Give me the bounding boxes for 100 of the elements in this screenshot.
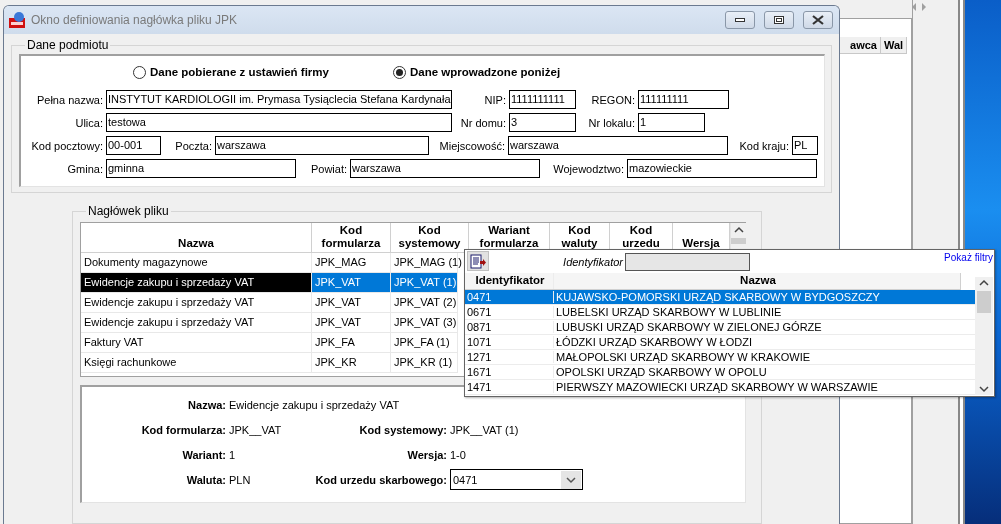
- text-field[interactable]: gminna: [106, 159, 296, 178]
- detail-value: 1-0: [450, 448, 467, 461]
- table-cell: JPK_FA (1): [391, 333, 458, 352]
- table-cell: JPK_VAT: [312, 293, 391, 312]
- table-cell-text: ŁÓDZKI URZĄD SKARBOWY W ŁODZI: [555, 336, 753, 348]
- text-field[interactable]: 1: [638, 113, 705, 132]
- table-cell-text: OPOLSKI URZĄD SKARBOWY W OPOLU: [555, 366, 768, 378]
- table-row[interactable]: Ewidencje zakupu i sprzedaży VAT JPK_VAT JPK_VAT (3): [81, 313, 458, 333]
- detail-label: Waluta:: [185, 473, 227, 486]
- table-cell: 0471: [465, 291, 554, 303]
- table-cell: JPK_VAT (1): [391, 273, 458, 292]
- detail-label: Kod urzedu skarbowego:: [314, 473, 448, 486]
- table-cell: JPK_VAT (2): [391, 293, 458, 312]
- table-row[interactable]: Faktury VAT JPK_FA JPK_FA (1): [81, 333, 458, 353]
- table-row[interactable]: Księgi rachunkowe JPK_KR JPK_KR (1): [81, 353, 458, 373]
- text-field[interactable]: warszawa: [215, 136, 429, 155]
- field-label: Nr lokalu:: [587, 116, 636, 129]
- minimize-icon: [735, 18, 745, 22]
- column-header[interactable]: Kod formularza: [312, 223, 391, 253]
- radio-option[interactable]: Dane wprowadzone poniżej: [392, 65, 561, 79]
- column-header[interactable]: Nazwa: [554, 273, 961, 289]
- column-header[interactable]: awca: [839, 37, 881, 54]
- minimize-button[interactable]: [725, 11, 755, 29]
- text-field[interactable]: INSTYTUT KARDIOLOGII im. Prymasa Tysiąclecia Stefana Kardynała: [106, 90, 452, 109]
- show-filters-link[interactable]: Pokaż filtry: [944, 252, 993, 264]
- detail-value: PLN: [229, 473, 252, 486]
- table-cell: JPK_VAT (3): [391, 313, 458, 332]
- list-row[interactable]: 1471 PIERWSZY MAZOWIECKI URZĄD SKARBOWY W WARSZAWIE: [465, 380, 975, 395]
- list-row[interactable]: 1271 MAŁOPOLSKI URZĄD SKARBOWY W KRAKOWIE: [465, 350, 975, 365]
- radio-button[interactable]: [133, 65, 146, 79]
- table-cell: 1071: [465, 336, 554, 348]
- text-field[interactable]: warszawa: [350, 159, 540, 178]
- filter-label: Identyfikator: [562, 256, 624, 268]
- caret-icon: [561, 470, 581, 489]
- scroll-down-icon[interactable]: [979, 383, 989, 395]
- table-cell: 0871: [465, 321, 554, 333]
- text-field[interactable]: PL: [792, 136, 818, 155]
- maximize-icon: [774, 16, 784, 24]
- text-field[interactable]: mazowieckie: [627, 159, 817, 178]
- table-cell: JPK_KR: [312, 353, 391, 372]
- field-label: REGON:: [590, 93, 636, 106]
- detail-label: Nazwa:: [187, 398, 227, 411]
- radio-button[interactable]: [392, 65, 406, 79]
- group-title: Nagłówek pliku: [87, 204, 170, 218]
- table-cell: 0671: [465, 306, 554, 318]
- close-icon: [812, 15, 824, 25]
- window-title: Okno definiowania nagłówka pliku JPK: [31, 13, 239, 27]
- column-header[interactable]: Nazwa: [81, 223, 312, 253]
- list-row[interactable]: 0671 LUBELSKI URZĄD SKARBOWY W LUBLINIE: [465, 305, 975, 320]
- column-header[interactable]: Wal: [881, 37, 908, 54]
- close-button[interactable]: [803, 11, 833, 29]
- field-label: Kod kraju:: [738, 139, 790, 152]
- detail-label: Kod systemowy:: [358, 423, 448, 436]
- table-cell: Ewidencje zakupu i sprzedaży VAT: [81, 273, 312, 292]
- text-field[interactable]: testowa: [106, 113, 452, 132]
- export-list-button[interactable]: [467, 251, 489, 271]
- table-cell: JPK_FA: [312, 333, 391, 352]
- field-label: Pełna nazwa:: [35, 93, 104, 106]
- list-row[interactable]: 0471 KUJAWSKO-POMORSKI URZĄD SKARBOWY W BYDGOSZCZY: [465, 290, 975, 305]
- table-cell: JPK_VAT: [312, 313, 391, 332]
- table-cell: 1271: [465, 351, 554, 363]
- column-header[interactable]: Identyfikator: [465, 273, 554, 289]
- list-row[interactable]: 1671 OPOLSKI URZĄD SKARBOWY W OPOLU: [465, 365, 975, 380]
- table-cell: 1671: [465, 366, 554, 378]
- detail-value: Ewidencje zakupu i sprzedaży VAT: [229, 398, 401, 411]
- office-code-dropdown[interactable]: 0471: [450, 469, 583, 490]
- app-logo-icon: [9, 12, 25, 28]
- table-cell-text: KUJAWSKO-POMORSKI URZĄD SKARBOWY W BYDGOSZCZY: [555, 291, 881, 303]
- field-label: Kod pocztowy:: [30, 139, 104, 152]
- table-row[interactable]: Ewidencje zakupu i sprzedaży VAT JPK_VAT JPK_VAT (2): [81, 293, 458, 313]
- radio-option[interactable]: Dane pobierane z ustawień firmy: [133, 65, 329, 79]
- scrollbar-thumb[interactable]: [977, 291, 991, 313]
- scrollbar-thumb[interactable]: [731, 238, 746, 244]
- list-row[interactable]: 0871 LUBUSKI URZĄD SKARBOWY W ZIELONEJ GÓRZE: [465, 320, 975, 335]
- table-cell: Faktury VAT: [81, 333, 312, 352]
- table-cell-text: MAŁOPOLSKI URZĄD SKARBOWY W KRAKOWIE: [555, 351, 812, 363]
- table-row[interactable]: Ewidencje zakupu i sprzedaży VAT JPK_VAT JPK_VAT (1): [81, 273, 458, 293]
- field-label: NIP:: [483, 93, 507, 106]
- field-label: Powiat:: [309, 162, 348, 175]
- group-title: Dane podmiotu: [26, 38, 110, 52]
- text-field[interactable]: 3: [509, 113, 576, 132]
- field-label: Miejscowość:: [438, 139, 506, 152]
- table-cell: Dokumenty magazynowe: [81, 253, 312, 272]
- detail-value: JPK__VAT (1): [450, 423, 520, 436]
- detail-label: Wersja:: [406, 448, 448, 461]
- field-label: Wojewodztwo:: [552, 162, 625, 175]
- filter-field[interactable]: [625, 253, 750, 271]
- table-cell: JPK_KR (1): [391, 353, 458, 372]
- text-field[interactable]: 00-001: [106, 136, 161, 155]
- table-cell: JPK_VAT: [312, 273, 391, 292]
- text-field[interactable]: 111111111: [638, 90, 729, 109]
- text-field[interactable]: warszawa: [508, 136, 728, 155]
- field-label: Gmina:: [66, 162, 104, 175]
- detail-value: JPK__VAT: [229, 423, 283, 436]
- text-field[interactable]: 1111111111: [509, 90, 576, 109]
- document-arrow-icon: [470, 253, 486, 269]
- maximize-button[interactable]: [764, 11, 794, 29]
- field-label: Poczta:: [174, 139, 213, 152]
- list-row[interactable]: 1071 ŁÓDZKI URZĄD SKARBOWY W ŁODZI: [465, 335, 975, 350]
- table-cell: Księgi rachunkowe: [81, 353, 312, 372]
